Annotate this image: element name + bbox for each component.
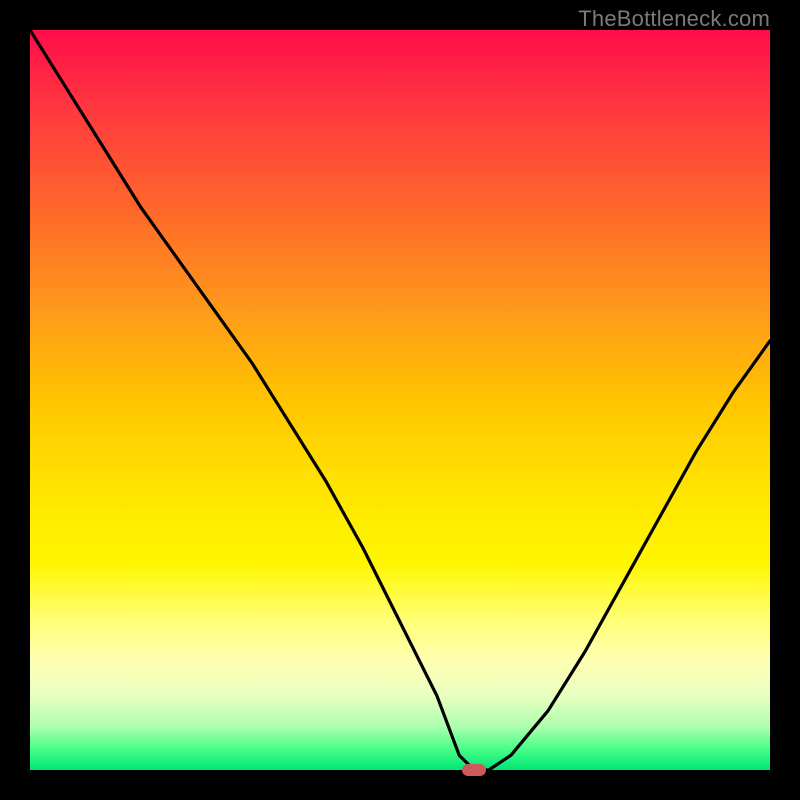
chart-container: TheBottleneck.com — [0, 0, 800, 800]
optimal-marker — [462, 764, 486, 776]
watermark-text: TheBottleneck.com — [578, 6, 770, 32]
plot-area — [30, 30, 770, 770]
